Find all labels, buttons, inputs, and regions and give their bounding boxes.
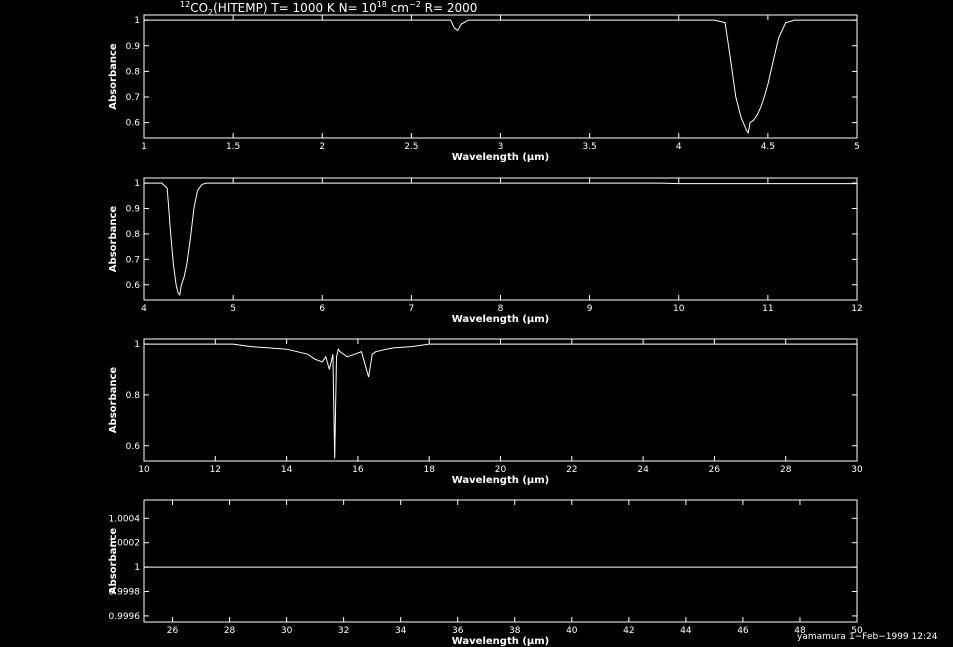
footer-user: yamamura [797,632,846,642]
y-tick-label: 0.9 [126,42,141,52]
x-tick-label: 20 [495,465,507,475]
x-tick-label: 30 [851,465,863,475]
x-tick-label: 42 [623,626,634,636]
x-tick-label: 24 [637,465,649,475]
x-tick-label: 6 [319,304,325,314]
y-tick-label: 0.6 [126,119,141,129]
x-tick-label: 5 [854,142,860,152]
x-tick-label: 2 [319,142,325,152]
x-tick-label: 46 [737,626,749,636]
x-tick-label: 12 [210,465,221,475]
x-tick-label: 38 [509,626,521,636]
x-tick-label: 5 [230,304,236,314]
title-exponent-2: −2 [409,0,421,9]
y-tick-label: 0.6 [126,442,141,452]
title-isotope: 12 [180,0,190,9]
title-unit: cm [387,1,409,15]
x-tick-label: 3.5 [582,142,596,152]
y-axis-label: Absorbance [108,206,119,273]
x-axis-label: Wavelength (μm) [452,314,550,325]
title-resolution: R= 2000 [421,1,478,15]
x-tick-label: 32 [338,626,349,636]
x-tick-label: 40 [566,626,578,636]
x-tick-label: 44 [680,626,692,636]
x-tick-label: 1 [141,142,147,152]
title-conditions: (HITEMP) T= 1000 K N= 10 [213,1,377,15]
y-tick-label: 0.8 [126,67,141,77]
x-axis-label: Wavelength (μm) [452,636,550,647]
y-tick-label: 0.7 [126,255,140,265]
y-tick-label: 1 [134,340,140,350]
y-axis-label: Absorbance [108,43,119,110]
y-axis-label: Absorbance [108,528,119,595]
x-tick-label: 22 [566,465,577,475]
x-tick-label: 36 [452,626,464,636]
x-tick-label: 10 [673,304,685,314]
y-tick-label: 0.7 [126,93,140,103]
x-axis-label: Wavelength (μm) [452,475,550,486]
y-tick-label: 0.6 [126,281,141,291]
x-tick-label: 4 [141,304,147,314]
x-tick-label: 3 [498,142,504,152]
title-species: CO [190,1,208,15]
x-tick-label: 34 [395,626,407,636]
x-tick-label: 14 [281,465,293,475]
x-tick-label: 28 [780,465,792,475]
x-tick-label: 9 [587,304,593,314]
x-tick-label: 30 [281,626,293,636]
x-tick-label: 11 [762,304,773,314]
x-axis-label: Wavelength (μm) [452,152,550,163]
y-tick-label: 1 [134,16,140,26]
y-tick-label: 0.9 [126,205,141,215]
figure-title: 12CO2(HITEMP) T= 1000 K N= 1018 cm−2 R= … [180,0,477,17]
x-tick-label: 26 [167,626,179,636]
x-tick-label: 26 [709,465,721,475]
y-tick-label: 0.8 [126,391,141,401]
y-tick-label: 1 [134,179,140,189]
y-tick-label: 0.8 [126,230,141,240]
y-tick-label: 1.0004 [109,514,141,524]
x-tick-label: 8 [498,304,504,314]
y-tick-label: 0.9996 [109,612,141,622]
spectrum-figure: 12CO2(HITEMP) T= 1000 K N= 1018 cm−2 R= … [0,0,953,647]
x-tick-label: 4.5 [761,142,775,152]
x-tick-label: 1.5 [226,142,240,152]
x-tick-label: 7 [409,304,415,314]
x-tick-label: 12 [851,304,862,314]
x-tick-label: 18 [423,465,435,475]
x-tick-label: 28 [224,626,236,636]
x-tick-label: 2.5 [404,142,418,152]
footer-date: 1−Feb−1999 12:24 [849,632,938,642]
x-tick-label: 16 [352,465,364,475]
title-exponent-1: 18 [377,0,387,9]
y-axis-label: Absorbance [108,367,119,434]
x-tick-label: 4 [676,142,682,152]
x-tick-label: 10 [138,465,150,475]
y-tick-label: 1 [134,563,140,573]
